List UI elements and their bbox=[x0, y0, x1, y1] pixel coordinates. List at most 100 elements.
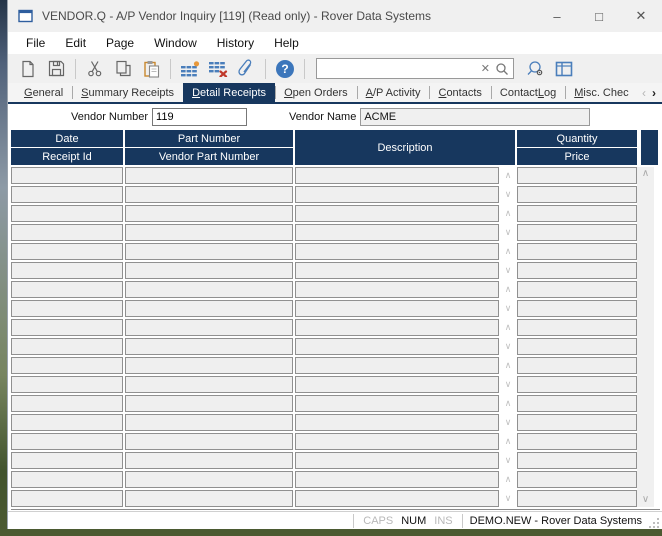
vendor-number-field[interactable] bbox=[152, 108, 247, 126]
cell-part-number[interactable] bbox=[125, 243, 293, 260]
search-icon[interactable] bbox=[494, 61, 510, 77]
cell-description[interactable] bbox=[295, 300, 499, 317]
cell-receipt-id[interactable] bbox=[11, 262, 123, 279]
cell-part-number[interactable] bbox=[125, 433, 293, 450]
cell-part-number[interactable] bbox=[125, 167, 293, 184]
menu-page[interactable]: Page bbox=[96, 34, 144, 52]
resize-grip-icon[interactable] bbox=[648, 517, 660, 529]
cell-date[interactable] bbox=[11, 205, 123, 222]
spinner-down-icon[interactable]: ∨ bbox=[501, 300, 515, 317]
spinner-up-icon[interactable]: ∧ bbox=[501, 281, 515, 298]
spinner-up-icon[interactable]: ∧ bbox=[501, 167, 515, 184]
menu-file[interactable]: File bbox=[16, 34, 55, 52]
clear-search-icon[interactable]: ✕ bbox=[477, 62, 494, 75]
spinner-up-icon[interactable]: ∧ bbox=[501, 471, 515, 488]
cell-receipt-id[interactable] bbox=[11, 186, 123, 203]
cell-receipt-id[interactable] bbox=[11, 224, 123, 241]
insert-row-icon[interactable] bbox=[178, 57, 202, 81]
menu-help[interactable]: Help bbox=[264, 34, 309, 52]
cell-quantity[interactable] bbox=[517, 357, 637, 374]
tab-summary-receipts[interactable]: Summary Receipts bbox=[72, 83, 183, 102]
cut-icon[interactable] bbox=[83, 57, 107, 81]
tab-open-orders[interactable]: Open Orders bbox=[275, 83, 357, 102]
cell-part-number[interactable] bbox=[125, 281, 293, 298]
cell-vendor-part-number[interactable] bbox=[125, 300, 293, 317]
tab-general[interactable]: General bbox=[15, 83, 72, 102]
cell-price[interactable] bbox=[517, 186, 637, 203]
spinner-up-icon[interactable]: ∧ bbox=[501, 319, 515, 336]
cell-price[interactable] bbox=[517, 414, 637, 431]
cell-vendor-part-number[interactable] bbox=[125, 490, 293, 507]
cell-price[interactable] bbox=[517, 338, 637, 355]
cell-vendor-part-number[interactable] bbox=[125, 376, 293, 393]
lookup-icon[interactable] bbox=[524, 57, 548, 81]
cell-description[interactable] bbox=[295, 338, 499, 355]
cell-price[interactable] bbox=[517, 262, 637, 279]
cell-description[interactable] bbox=[295, 186, 499, 203]
cell-receipt-id[interactable] bbox=[11, 490, 123, 507]
cell-date[interactable] bbox=[11, 357, 123, 374]
scroll-up-icon[interactable]: ∧ bbox=[642, 169, 649, 179]
save-icon[interactable] bbox=[44, 57, 68, 81]
tab-misc-chec[interactable]: Misc. Chec bbox=[565, 83, 637, 102]
cell-date[interactable] bbox=[11, 471, 123, 488]
cell-date[interactable] bbox=[11, 395, 123, 412]
cell-vendor-part-number[interactable] bbox=[125, 414, 293, 431]
tab-detail-receipts[interactable]: Detail Receipts bbox=[183, 83, 275, 102]
delete-row-icon[interactable] bbox=[206, 57, 230, 81]
spinner-down-icon[interactable]: ∨ bbox=[501, 224, 515, 241]
cell-receipt-id[interactable] bbox=[11, 414, 123, 431]
search-input[interactable] bbox=[317, 60, 477, 77]
cell-price[interactable] bbox=[517, 224, 637, 241]
spinner-down-icon[interactable]: ∨ bbox=[501, 490, 515, 507]
spinner-down-icon[interactable]: ∨ bbox=[501, 376, 515, 393]
cell-description[interactable] bbox=[295, 357, 499, 374]
cell-quantity[interactable] bbox=[517, 281, 637, 298]
cell-date[interactable] bbox=[11, 433, 123, 450]
cell-description[interactable] bbox=[295, 281, 499, 298]
cell-description[interactable] bbox=[295, 167, 499, 184]
cell-quantity[interactable] bbox=[517, 167, 637, 184]
cell-description[interactable] bbox=[295, 205, 499, 222]
cell-description[interactable] bbox=[295, 243, 499, 260]
menu-history[interactable]: History bbox=[207, 34, 264, 52]
tab-contacts[interactable]: Contacts bbox=[429, 83, 490, 102]
cell-part-number[interactable] bbox=[125, 205, 293, 222]
cell-quantity[interactable] bbox=[517, 471, 637, 488]
cell-description[interactable] bbox=[295, 395, 499, 412]
cell-part-number[interactable] bbox=[125, 319, 293, 336]
cell-vendor-part-number[interactable] bbox=[125, 224, 293, 241]
spinner-up-icon[interactable]: ∧ bbox=[501, 357, 515, 374]
cell-date[interactable] bbox=[11, 319, 123, 336]
cell-vendor-part-number[interactable] bbox=[125, 186, 293, 203]
spinner-down-icon[interactable]: ∨ bbox=[501, 186, 515, 203]
spinner-up-icon[interactable]: ∧ bbox=[501, 433, 515, 450]
spinner-down-icon[interactable]: ∨ bbox=[501, 414, 515, 431]
cell-description[interactable] bbox=[295, 224, 499, 241]
cell-quantity[interactable] bbox=[517, 319, 637, 336]
minimize-button[interactable]: – bbox=[536, 0, 578, 32]
attachment-icon[interactable] bbox=[234, 57, 258, 81]
tab-a-p-activity[interactable]: A/P Activity bbox=[357, 83, 430, 102]
cell-vendor-part-number[interactable] bbox=[125, 338, 293, 355]
maximize-button[interactable]: □ bbox=[578, 0, 620, 32]
new-icon[interactable] bbox=[16, 57, 40, 81]
spinner-down-icon[interactable]: ∨ bbox=[501, 338, 515, 355]
cell-date[interactable] bbox=[11, 243, 123, 260]
cell-date[interactable] bbox=[11, 167, 123, 184]
cell-description[interactable] bbox=[295, 262, 499, 279]
cell-description[interactable] bbox=[295, 414, 499, 431]
cell-price[interactable] bbox=[517, 376, 637, 393]
tab-scroll-left-icon[interactable]: ‹ bbox=[642, 86, 646, 100]
spinner-up-icon[interactable]: ∧ bbox=[501, 395, 515, 412]
cell-part-number[interactable] bbox=[125, 357, 293, 374]
tab-scroll-right-icon[interactable]: › bbox=[652, 86, 656, 100]
help-icon[interactable]: ? bbox=[273, 57, 297, 81]
paste-icon[interactable] bbox=[139, 57, 163, 81]
cell-price[interactable] bbox=[517, 490, 637, 507]
cell-description[interactable] bbox=[295, 490, 499, 507]
grid-view-icon[interactable] bbox=[552, 57, 576, 81]
cell-quantity[interactable] bbox=[517, 205, 637, 222]
cell-quantity[interactable] bbox=[517, 395, 637, 412]
cell-receipt-id[interactable] bbox=[11, 376, 123, 393]
